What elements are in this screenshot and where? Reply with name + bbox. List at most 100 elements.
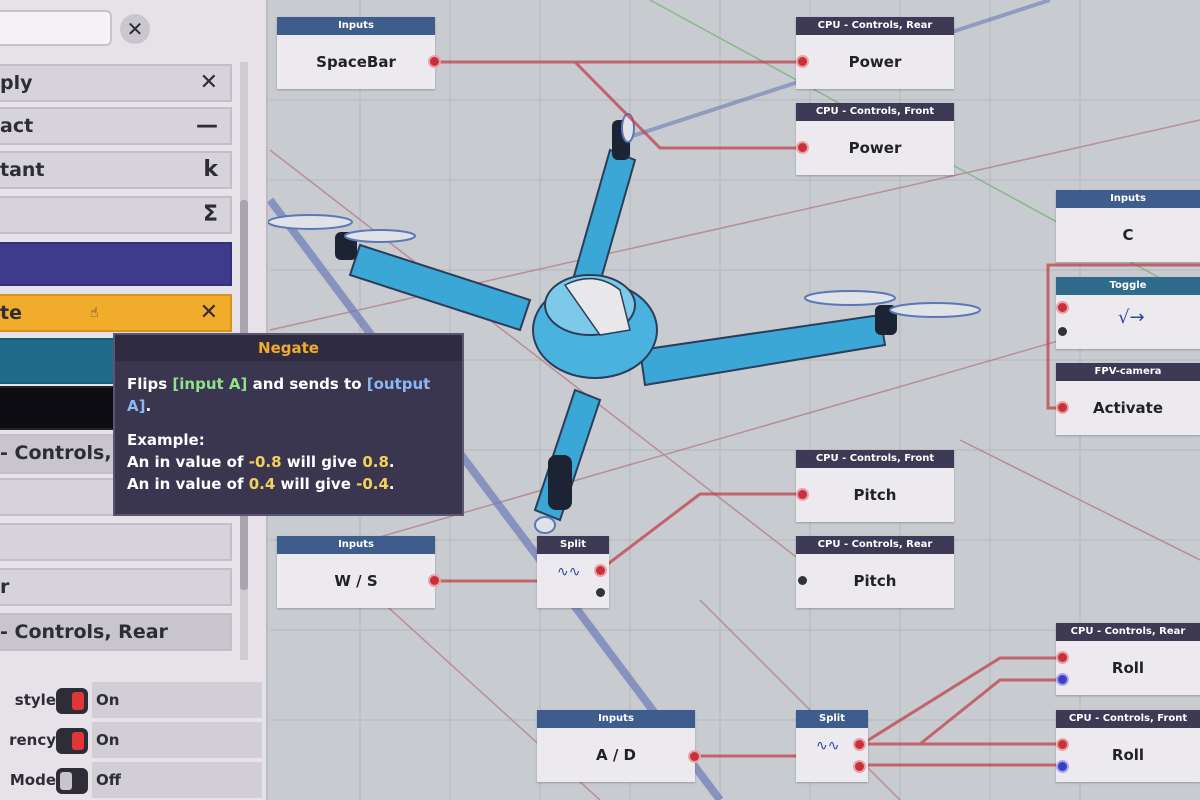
- node-label: Power: [848, 139, 902, 157]
- node-header: Inputs: [277, 17, 435, 35]
- node-label: A / D: [596, 746, 636, 764]
- node-input-ad[interactable]: Inputs A / D: [537, 710, 699, 782]
- sigma-icon: Σ: [202, 202, 218, 227]
- node-power-front[interactable]: CPU - Controls, Front Power: [796, 103, 954, 175]
- setting-row: rency On: [0, 722, 266, 758]
- node-label: Pitch: [853, 486, 897, 504]
- minus-icon: —: [196, 113, 218, 138]
- node-input-port[interactable]: [1058, 675, 1067, 684]
- search-input[interactable]: [0, 10, 112, 46]
- node-split-2[interactable]: Split ∿∿: [796, 710, 868, 782]
- toggle-icon: √→: [1118, 307, 1145, 328]
- multiply-icon: ✕: [199, 70, 218, 95]
- node-label: W / S: [334, 572, 378, 590]
- setting-toggle[interactable]: [56, 728, 88, 754]
- setting-label: style: [14, 691, 56, 709]
- node-header: Split: [796, 710, 868, 728]
- node-input-port[interactable]: [1058, 403, 1067, 412]
- node-output-port[interactable]: [855, 762, 864, 771]
- list-item-label: - Controls, Rear: [0, 621, 168, 643]
- node-input-ws[interactable]: Inputs W / S: [277, 536, 439, 608]
- node-label: Roll: [1111, 659, 1145, 677]
- node-input-port[interactable]: [798, 143, 807, 152]
- node-header: Inputs: [277, 536, 435, 554]
- node-label: Activate: [1092, 399, 1164, 417]
- node-input-port[interactable]: [1058, 303, 1067, 312]
- node-output-port[interactable]: [430, 57, 439, 66]
- node-header: Inputs: [1056, 190, 1200, 208]
- list-item-label: tant: [0, 159, 45, 181]
- node-split-1[interactable]: Split ∿∿: [537, 536, 609, 608]
- node-output-port[interactable]: [596, 566, 605, 575]
- node-input-port[interactable]: [1058, 740, 1067, 749]
- list-item-label: r: [0, 576, 10, 598]
- node-header: CPU - Controls, Front: [796, 103, 954, 121]
- node-fpv-camera[interactable]: FPV-camera Activate: [1056, 363, 1200, 435]
- tooltip-title: Negate: [115, 335, 462, 361]
- node-header: Toggle: [1056, 277, 1200, 295]
- node-toggle[interactable]: Toggle √→: [1056, 277, 1200, 349]
- list-item-category-purple[interactable]: [0, 242, 232, 286]
- node-header: CPU - Controls, Rear: [796, 17, 954, 35]
- node-input-port[interactable]: [1058, 653, 1067, 662]
- setting-value: Off: [92, 762, 262, 798]
- node-header: Inputs: [537, 710, 695, 728]
- node-header: CPU - Controls, Rear: [1056, 623, 1200, 641]
- list-item-sum[interactable]: Σ: [0, 196, 232, 234]
- node-input-port[interactable]: [798, 57, 807, 66]
- list-item-cpu-controls-rear[interactable]: - Controls, Rear: [0, 613, 232, 651]
- list-item-subtract[interactable]: act —: [0, 107, 232, 145]
- setting-label: rency: [9, 731, 56, 749]
- node-label: Roll: [1111, 746, 1145, 764]
- node-pitch-front[interactable]: CPU - Controls, Front Pitch: [796, 450, 954, 522]
- list-item-generic[interactable]: [0, 523, 232, 561]
- setting-toggle[interactable]: [56, 768, 88, 794]
- list-item-generic[interactable]: r: [0, 568, 232, 606]
- setting-value: On: [92, 682, 262, 718]
- node-header: CPU - Controls, Rear: [796, 536, 954, 554]
- list-item-label: ply: [0, 72, 33, 94]
- tooltip-body: Flips [input A] and sends to [output A].…: [127, 375, 431, 493]
- node-output-port[interactable]: [855, 740, 864, 749]
- node-output-port[interactable]: [596, 588, 605, 597]
- setting-row: Mode Off: [0, 762, 266, 798]
- cursor-hand-icon: ☝: [90, 305, 99, 321]
- setting-value: On: [92, 722, 262, 758]
- node-pitch-rear[interactable]: CPU - Controls, Rear Pitch: [796, 536, 954, 608]
- node-header: CPU - Controls, Front: [796, 450, 954, 468]
- node-label: SpaceBar: [316, 53, 396, 71]
- list-item-label: te: [0, 302, 22, 324]
- node-input-port[interactable]: [798, 490, 807, 499]
- list-item-multiply[interactable]: ply ✕: [0, 64, 232, 102]
- close-icon: ✕: [126, 17, 144, 41]
- node-input-c[interactable]: Inputs C: [1056, 190, 1200, 262]
- setting-row: style On: [0, 682, 266, 718]
- negate-tooltip: Negate Flips [input A] and sends to [out…: [113, 333, 464, 516]
- node-output-port[interactable]: [690, 752, 699, 761]
- list-item-negate[interactable]: te ☝ ✕: [0, 294, 232, 332]
- node-header: FPV-camera: [1056, 363, 1200, 381]
- setting-label: Mode: [9, 771, 56, 789]
- node-label: C: [1122, 226, 1134, 244]
- node-header: CPU - Controls, Front: [1056, 710, 1200, 728]
- split-wave-icon: ∿∿: [816, 738, 840, 754]
- node-label: Power: [848, 53, 902, 71]
- constant-icon: k: [203, 157, 218, 182]
- node-label: Pitch: [853, 572, 897, 590]
- node-header: Split: [537, 536, 609, 554]
- close-panel-button[interactable]: ✕: [120, 14, 150, 44]
- node-input-port[interactable]: [798, 576, 807, 585]
- list-item-label: - Controls,: [0, 442, 112, 464]
- list-item-label: act: [0, 115, 34, 137]
- split-wave-icon: ∿∿: [557, 564, 581, 580]
- setting-toggle[interactable]: [56, 688, 88, 714]
- negate-icon: ✕: [199, 300, 218, 325]
- node-roll-front[interactable]: CPU - Controls, Front Roll: [1056, 710, 1200, 782]
- node-input-port[interactable]: [1058, 762, 1067, 771]
- node-power-rear[interactable]: CPU - Controls, Rear Power: [796, 17, 954, 89]
- node-input-port[interactable]: [1058, 327, 1067, 336]
- node-input-spacebar[interactable]: Inputs SpaceBar: [277, 17, 439, 89]
- node-output-port[interactable]: [430, 576, 439, 585]
- node-roll-rear[interactable]: CPU - Controls, Rear Roll: [1056, 623, 1200, 695]
- list-item-constant[interactable]: tant k: [0, 151, 232, 189]
